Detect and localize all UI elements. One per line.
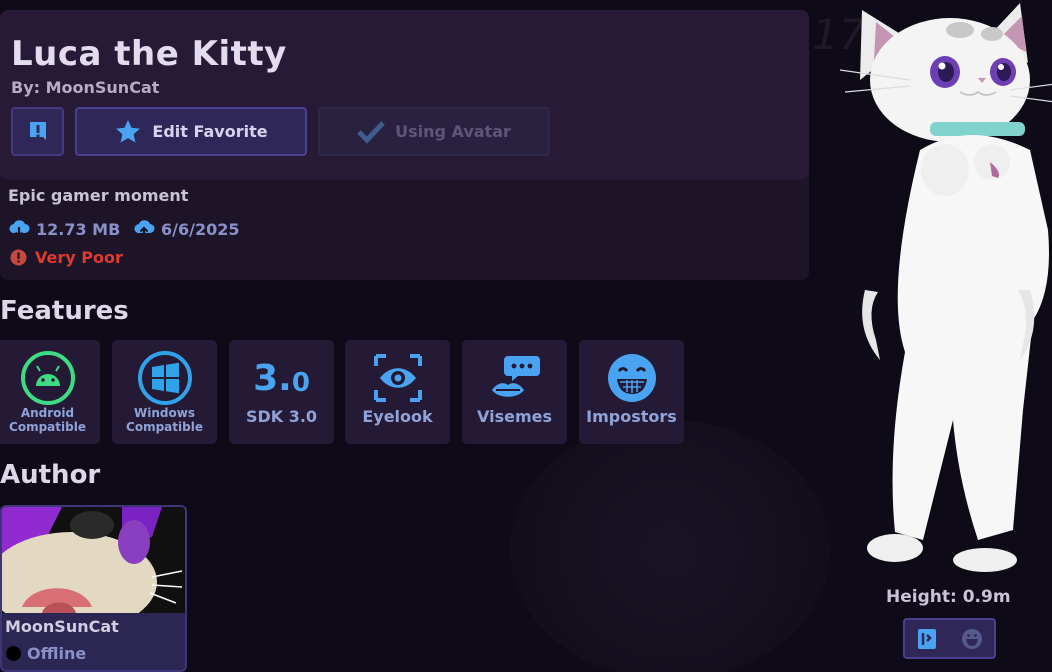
author-name: MoonSunCat [5,617,119,636]
cloud-upload-icon [134,220,155,237]
feature-android: Android Compatible [0,340,100,444]
cloud-download-icon [9,220,30,238]
feature-eyelook: Eyelook [345,340,450,444]
author-status-label: Offline [27,644,87,663]
sdk-glyph-sub: 0 [291,368,310,398]
avatar-title: Luca the Kitty [11,34,287,74]
background-blur-shape [510,420,830,672]
grin-face-icon [607,354,656,402]
edit-favorite-label: Edit Favorite [152,122,268,141]
file-size-stat: 12.73 MB [8,219,120,239]
performance-label: Very Poor [35,248,123,267]
using-avatar-label: Using Avatar [395,122,511,141]
avatar-info-panel: Luca the Kitty By: MoonSunCat Edit Favor… [0,10,809,280]
feature-impostors: Impostors [579,340,684,444]
avatar-height-label: Height: 0.9m [886,587,1011,607]
using-avatar-button[interactable]: Using Avatar [318,107,550,156]
feature-windows-line2: Compatible [126,420,203,434]
feature-windows-line1: Windows [134,406,195,420]
author-status: Offline [6,644,86,663]
checkmark-icon [357,120,385,144]
edit-favorite-button[interactable]: Edit Favorite [75,107,307,156]
author-avatar-thumbnail [2,507,185,613]
avatar-view-icon[interactable] [916,627,938,651]
performance-rating: Very Poor [10,248,123,267]
feature-windows: Windows Compatible [112,340,217,444]
avatar-description: Epic gamer moment [8,186,189,205]
exclamation-icon [29,121,46,140]
sdk-glyph-main: 3. [253,357,292,399]
file-size-value: 12.73 MB [36,219,121,239]
alert-circle-icon [10,249,27,266]
star-icon [116,119,141,142]
avatar-header-card: Luca the Kitty By: MoonSunCat Edit Favor… [0,10,809,180]
report-button[interactable] [11,107,64,156]
feature-impostors-label: Impostors [586,407,677,426]
android-icon [20,351,75,405]
feature-sdk: 3. 0 SDK 3.0 [229,340,334,444]
feature-android-line2: Compatible [9,420,86,434]
status-dot-icon [6,646,21,661]
author-heading: Author [0,460,101,490]
features-heading: Features [0,296,129,326]
feature-sdk-label: SDK 3.0 [245,407,318,426]
windows-icon [137,351,192,405]
avatar-author-line[interactable]: By: MoonSunCat [11,78,159,97]
mouth-icon [491,356,540,397]
eye-icon [373,354,422,402]
avatar-preview-model[interactable] [840,0,1052,575]
feature-eyelook-label: Eyelook [362,407,433,426]
impostor-view-icon[interactable] [961,628,983,650]
feature-visemes-label: Visemes [476,407,552,426]
feature-visemes: Visemes [462,340,567,444]
sdk-icon: 3. 0 [253,350,310,406]
updated-date-stat: 6/6/2025 [133,219,239,239]
feature-android-line1: Android [20,406,75,420]
preview-view-toggle[interactable] [903,618,996,659]
updated-date-value: 6/6/2025 [161,219,240,239]
